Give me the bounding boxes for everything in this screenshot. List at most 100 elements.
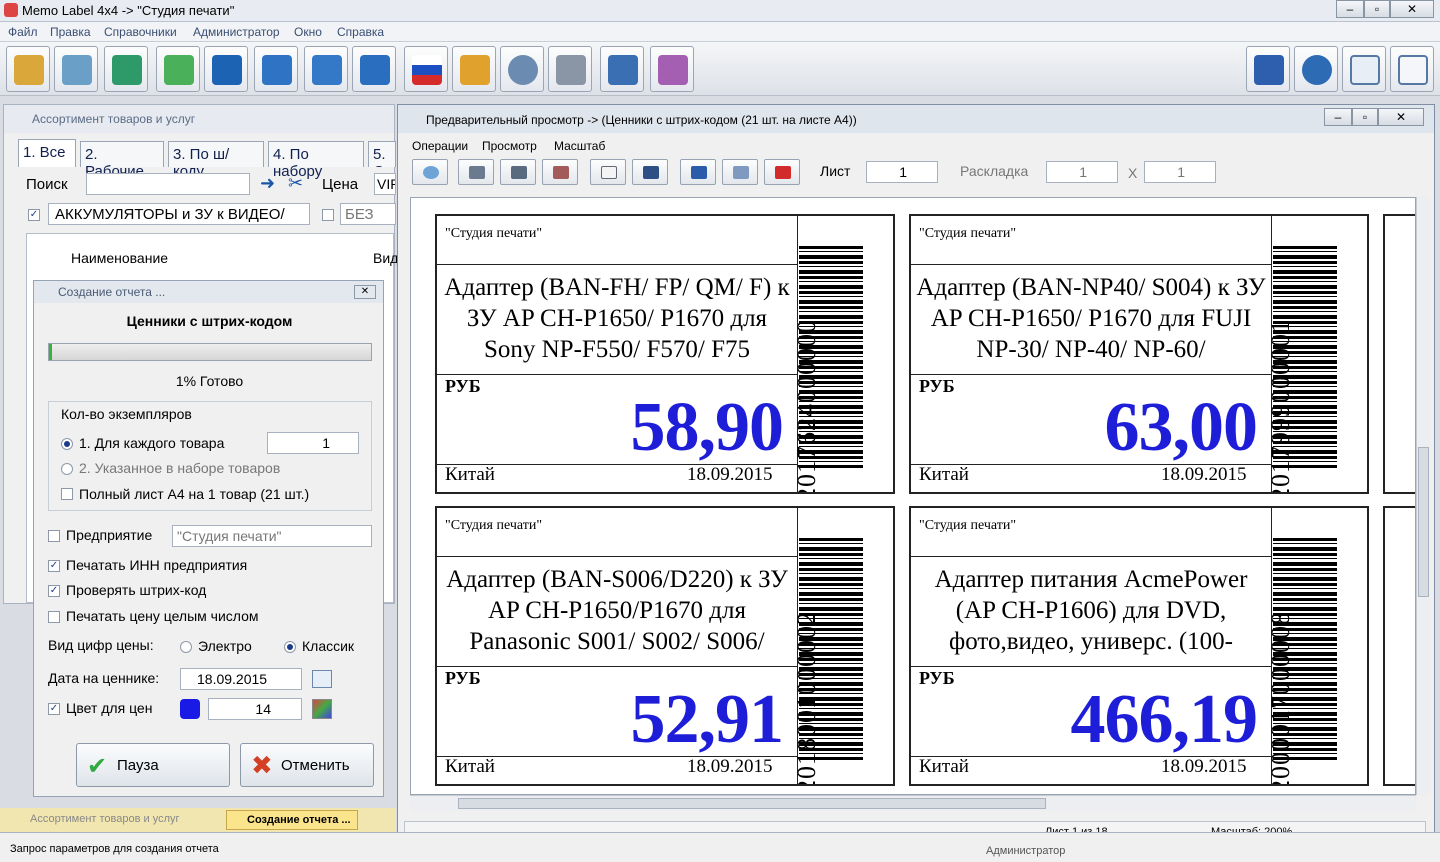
enterprise-select[interactable]: "Студия печати": [172, 525, 372, 547]
full-sheet-checkbox[interactable]: [61, 488, 73, 500]
enterprise-checkbox[interactable]: [48, 530, 60, 542]
int-price-checkbox[interactable]: [48, 611, 60, 623]
search-label: Поиск: [26, 176, 68, 193]
each-product-radio[interactable]: [61, 438, 73, 450]
clear-scissors-icon[interactable]: ✂: [288, 173, 303, 194]
column-name[interactable]: Наименование: [71, 250, 168, 266]
female-user-button[interactable]: [650, 46, 694, 92]
male-user-button[interactable]: [600, 46, 644, 92]
language-button[interactable]: [404, 46, 448, 92]
electro-radio[interactable]: [180, 641, 192, 653]
check-barcode-checkbox[interactable]: ✓: [48, 585, 60, 597]
ruler-button[interactable]: [452, 46, 496, 92]
vertical-scroll-thumb[interactable]: [1418, 447, 1429, 597]
label-currency: РУБ: [919, 668, 955, 688]
label-divider: [911, 556, 1271, 557]
print-button[interactable]: [458, 159, 494, 185]
menu-help[interactable]: Справка: [337, 25, 384, 39]
menu-edit[interactable]: Правка: [50, 25, 91, 39]
progress-fill: [49, 344, 53, 360]
export-pdf-button[interactable]: [764, 159, 800, 185]
dollar-button[interactable]: [204, 46, 248, 92]
horizontal-scrollbar[interactable]: [410, 795, 1416, 811]
label-price: 466,19: [1070, 681, 1258, 758]
copies-group: Кол-во экземпляров 1. Для каждого товара…: [48, 401, 372, 511]
classic-radio[interactable]: [284, 641, 296, 653]
search-input[interactable]: [86, 173, 250, 195]
column-type[interactable]: Вид: [373, 250, 398, 266]
layout-y-spinner[interactable]: 1: [1144, 161, 1216, 183]
gift-button[interactable]: [304, 46, 348, 92]
tab-working[interactable]: 2. Рабочие: [80, 141, 164, 180]
save-button[interactable]: [632, 159, 668, 185]
calendar-icon[interactable]: [312, 670, 332, 688]
cancel-button[interactable]: ✖ Отменить: [240, 743, 374, 787]
print-inn-checkbox[interactable]: ✓: [48, 560, 60, 572]
layout-x-spinner[interactable]: 1: [1046, 161, 1118, 183]
tab-other[interactable]: 5. О: [368, 141, 396, 167]
print-cancel-button[interactable]: [542, 159, 578, 185]
preview-maximize-button[interactable]: ▫: [1352, 108, 1378, 126]
copies-group-label: Кол-во экземпляров: [61, 406, 192, 422]
preview-close-button[interactable]: ✕: [1378, 108, 1424, 126]
title-bar: Memo Label 4x4 -> "Студия печати" – ▫ ✕: [0, 0, 1440, 22]
tab-by-set[interactable]: 4. По набору: [268, 141, 364, 180]
menu-references[interactable]: Справочники: [104, 25, 177, 39]
menu-operations[interactable]: Операции: [412, 139, 468, 153]
category-select[interactable]: АККУМУЛЯТОРЫ и ЗУ к ВИДЕО/: [48, 203, 310, 225]
category2-checkbox[interactable]: [322, 209, 334, 221]
chip-button[interactable]: [1246, 46, 1290, 92]
menu-view[interactable]: Просмотр: [482, 139, 537, 153]
export-text-button[interactable]: [722, 159, 758, 185]
tv-button[interactable]: [254, 46, 298, 92]
export-word-button[interactable]: [680, 159, 716, 185]
tab-all[interactable]: 1. Все: [18, 139, 76, 167]
chat-button[interactable]: [1342, 46, 1386, 92]
selection-button[interactable]: [104, 46, 148, 92]
box-button[interactable]: [6, 46, 50, 92]
report-heading: Ценники с штрих-кодом: [126, 313, 293, 329]
sheet-spinner[interactable]: 1: [866, 161, 938, 183]
price-color-checkbox[interactable]: ✓: [48, 703, 60, 715]
category2-select[interactable]: БЕЗ КА: [340, 203, 396, 225]
save-icon: [643, 166, 659, 179]
globe-button[interactable]: [1294, 46, 1338, 92]
document-button[interactable]: [54, 46, 98, 92]
close-button[interactable]: ✕: [1390, 0, 1434, 18]
tab-by-barcode[interactable]: 3. По ш/коду: [168, 141, 264, 180]
factory-button[interactable]: [352, 46, 396, 92]
pause-button[interactable]: ✔ Пауза: [76, 743, 230, 787]
selection-icon: [112, 55, 142, 85]
date-input[interactable]: 18.09.2015: [180, 668, 302, 690]
set-radio[interactable]: [61, 463, 73, 475]
menu-file[interactable]: Файл: [8, 25, 38, 39]
mail-button[interactable]: [1390, 46, 1434, 92]
minimize-button[interactable]: –: [1336, 0, 1364, 18]
menu-admin[interactable]: Администратор: [193, 25, 280, 39]
price-select[interactable]: VIP: [374, 173, 396, 195]
preview-minimize-button[interactable]: –: [1324, 108, 1352, 126]
menu-zoom[interactable]: Масштаб: [554, 139, 605, 153]
price-tag-button[interactable]: [156, 46, 200, 92]
category-checkbox[interactable]: ✓: [28, 209, 40, 221]
preview-sheet: "Студия печати" Адаптер (BAN-FH/ FP/ QM/…: [410, 197, 1416, 795]
clock-button[interactable]: [500, 46, 544, 92]
color-swatch[interactable]: [180, 699, 200, 719]
taskbar-tab-report[interactable]: Создание отчета ...: [226, 810, 358, 830]
taskbar-tab-assortment[interactable]: Ассортимент товаров и услуг: [30, 813, 180, 825]
font-size-spinner[interactable]: 14: [208, 698, 302, 720]
server-button[interactable]: [548, 46, 592, 92]
label-brand: "Студия печати": [445, 226, 543, 241]
print-setup-button[interactable]: [500, 159, 536, 185]
go-arrow-icon[interactable]: ➜: [260, 173, 275, 194]
printer-setup-icon: [511, 166, 527, 179]
palette-icon[interactable]: [312, 699, 332, 719]
mail-send-button[interactable]: [590, 159, 626, 185]
maximize-button[interactable]: ▫: [1364, 0, 1390, 18]
horizontal-scroll-thumb[interactable]: [458, 798, 1046, 809]
vertical-scrollbar[interactable]: [1416, 197, 1430, 795]
copies-spinner[interactable]: 1: [267, 432, 359, 454]
zoom-button[interactable]: [412, 159, 448, 185]
menu-window[interactable]: Окно: [294, 25, 322, 39]
report-close-button[interactable]: ✕: [354, 285, 376, 299]
